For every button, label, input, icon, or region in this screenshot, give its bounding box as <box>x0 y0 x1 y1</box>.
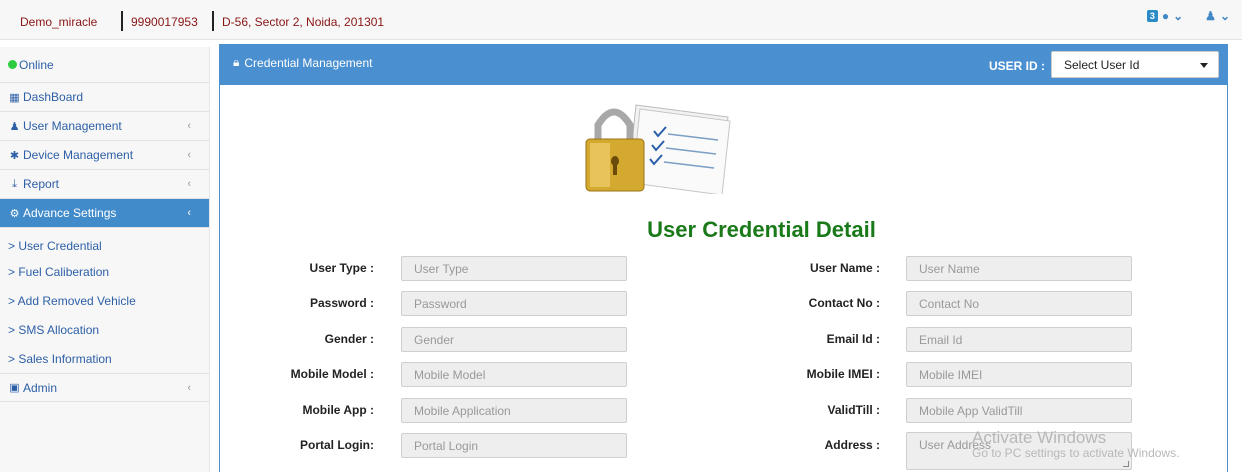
portal-login-label: Portal Login: <box>300 438 374 452</box>
chevron-down-icon[interactable]: ⌄ <box>1173 9 1183 23</box>
gender-label: Gender : <box>324 332 374 346</box>
online-status: Online <box>0 47 209 83</box>
credential-panel: 🔒︎ Credential Management USER ID : Selec… <box>219 44 1228 472</box>
sidebar-subitem-sales-information[interactable]: > Sales Information <box>0 344 209 373</box>
sidebar-item-label: User Management <box>23 119 122 133</box>
asterisk-icon: ✱ <box>9 149 20 162</box>
activate-windows-subtitle: Go to PC settings to activate Windows. <box>972 446 1180 460</box>
contact-no-label: Contact No : <box>808 296 880 310</box>
table-icon: ▦ <box>9 91 20 104</box>
mobile-model-label: Mobile Model : <box>290 367 374 381</box>
user-name-field[interactable]: User Name <box>906 256 1132 281</box>
email-id-label: Email Id : <box>826 332 880 346</box>
sidebar-subitem-sms-allocation[interactable]: > SMS Allocation <box>0 315 209 344</box>
address-label: Address : <box>824 438 880 452</box>
password-field[interactable]: Password <box>401 291 627 316</box>
sidebar-item-dashboard[interactable]: ▦ DashBoard <box>0 83 209 112</box>
sidebar-item-label: DashBoard <box>23 90 84 104</box>
mobile-app-label: Mobile App : <box>302 403 374 417</box>
user-icon: ♟ <box>9 120 20 133</box>
sidebar-item-advance-settings[interactable]: ⚙ Advance Settings ‹ <box>0 199 209 228</box>
panel-header: 🔒︎ Credential Management USER ID : Selec… <box>220 45 1227 85</box>
mobile-imei-field[interactable]: Mobile IMEI <box>906 362 1132 387</box>
user-name-label: User Name : <box>809 261 880 275</box>
mobile-model-field[interactable]: Mobile Model <box>401 362 627 387</box>
sidebar-item-device-management[interactable]: ✱ Device Management ‹ <box>0 141 209 170</box>
lock-icon: 🔒︎ <box>233 55 240 69</box>
panel-title: 🔒︎ Credential Management <box>233 55 372 70</box>
sidebar-item-user-management[interactable]: ♟ User Management ‹ <box>0 112 209 141</box>
online-dot-icon <box>8 60 17 69</box>
user-id-select-value: Select User Id <box>1064 58 1140 72</box>
top-bar: Demo_miracle 9990017953 D-56, Sector 2, … <box>0 0 1242 40</box>
sidebar-item-label: Report <box>23 177 60 191</box>
online-status-label: Online <box>19 57 54 72</box>
mobile-app-field[interactable]: Mobile Application <box>401 398 627 423</box>
chevron-left-icon: ‹ <box>187 381 191 394</box>
chevron-down-icon[interactable]: ⌄ <box>1220 9 1230 23</box>
gender-field[interactable]: Gender <box>401 327 627 352</box>
sidebar-subitem-fuel-caliberation[interactable]: > Fuel Caliberation <box>0 257 209 286</box>
globe-icon[interactable]: ● <box>1162 9 1169 23</box>
company-name: Demo_miracle <box>20 15 98 29</box>
company-phone: 9990017953 <box>131 15 198 29</box>
sidebar-item-admin[interactable]: ▣ Admin ‹ <box>0 373 209 402</box>
user-icon[interactable]: ♟ <box>1205 9 1216 23</box>
portal-login-field[interactable]: Portal Login <box>401 433 627 458</box>
sidebar-item-label: Advance Settings <box>23 206 117 220</box>
chevron-left-icon: ‹ <box>187 120 191 132</box>
password-label: Password : <box>309 296 374 310</box>
activate-windows-title: Activate Windows <box>972 428 1107 447</box>
topbar-actions: 3 ● ⌄ ♟ ⌄ <box>1146 9 1230 23</box>
company-address: D-56, Sector 2, Noida, 201301 <box>222 15 385 29</box>
sidebar: Online ▦ DashBoard ♟ User Management ‹ ✱… <box>0 47 210 472</box>
user-id-label: USER ID : <box>988 59 1045 73</box>
chevron-left-icon: ‹ <box>187 207 191 219</box>
divider <box>212 11 214 31</box>
resize-handle-icon[interactable] <box>1123 461 1129 467</box>
notification-badge[interactable]: 3 <box>1146 10 1158 22</box>
email-id-field[interactable]: Email Id <box>906 327 1132 352</box>
valid-till-field[interactable]: Mobile App ValidTill <box>906 398 1132 423</box>
caret-down-icon <box>1200 63 1208 68</box>
user-type-label: User Type : <box>309 261 374 275</box>
briefcase-icon: ▣ <box>9 382 20 394</box>
panel-title-text: Credential Management <box>244 55 373 70</box>
download-icon: ⤓ <box>12 177 17 190</box>
divider <box>121 11 123 31</box>
contact-no-field[interactable]: Contact No <box>906 291 1132 316</box>
padlock-document-icon <box>585 104 731 194</box>
mobile-imei-label: Mobile IMEI : <box>806 367 880 381</box>
sidebar-subitem-add-removed-vehicle[interactable]: > Add Removed Vehicle <box>0 286 209 315</box>
sidebar-subitem-user-credential[interactable]: > User Credential <box>0 228 209 257</box>
chevron-left-icon: ‹ <box>187 149 191 161</box>
valid-till-label: ValidTill : <box>827 403 880 417</box>
gear-icon: ⚙ <box>9 207 20 220</box>
user-id-select[interactable]: Select User Id <box>1051 51 1219 78</box>
user-type-field[interactable]: User Type <box>401 256 627 281</box>
sidebar-item-report[interactable]: ⤓ Report ‹ <box>0 170 209 199</box>
page-heading: User Credential Detail <box>647 217 876 242</box>
chevron-left-icon: ‹ <box>187 178 191 190</box>
sidebar-item-label: Device Management <box>23 148 134 162</box>
sidebar-item-label: Admin <box>23 380 58 395</box>
